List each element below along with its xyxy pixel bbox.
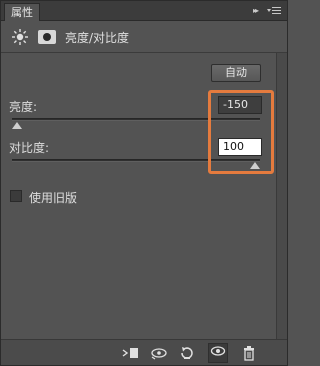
legacy-label: 使用旧版 (29, 191, 78, 205)
adjustment-header: 亮度/对比度 (1, 22, 287, 53)
clip-to-layer-icon[interactable] (121, 345, 141, 361)
panel-menu-icon[interactable] (267, 5, 281, 17)
contrast-label: 对比度: (9, 141, 50, 155)
highlight-annotation (208, 90, 274, 174)
legacy-checkbox[interactable] (10, 190, 22, 202)
trash-icon[interactable] (239, 345, 259, 361)
adjustment-title: 亮度/对比度 (65, 31, 130, 45)
reset-icon[interactable] (177, 345, 197, 361)
panel-toolbar (1, 339, 287, 365)
brightness-label: 亮度: (9, 100, 38, 114)
sun-icon[interactable] (11, 28, 29, 46)
brightness-slider-thumb[interactable] (12, 122, 22, 129)
properties-panel: 属性 ▸▸ 亮度/对比度 自动 亮度: -150 对比度: 100 使用旧版 (0, 0, 288, 366)
auto-button[interactable]: 自动 (211, 64, 261, 82)
panel-scrollbar[interactable] (276, 53, 287, 340)
eye-icon[interactable] (208, 343, 228, 363)
tab-properties[interactable]: 属性 (4, 3, 40, 21)
layer-mask-icon[interactable] (38, 30, 56, 44)
view-previous-state-icon[interactable] (149, 345, 169, 361)
panel-titlebar: 属性 ▸▸ (1, 1, 287, 21)
collapse-panel-icon[interactable]: ▸▸ (253, 6, 265, 16)
